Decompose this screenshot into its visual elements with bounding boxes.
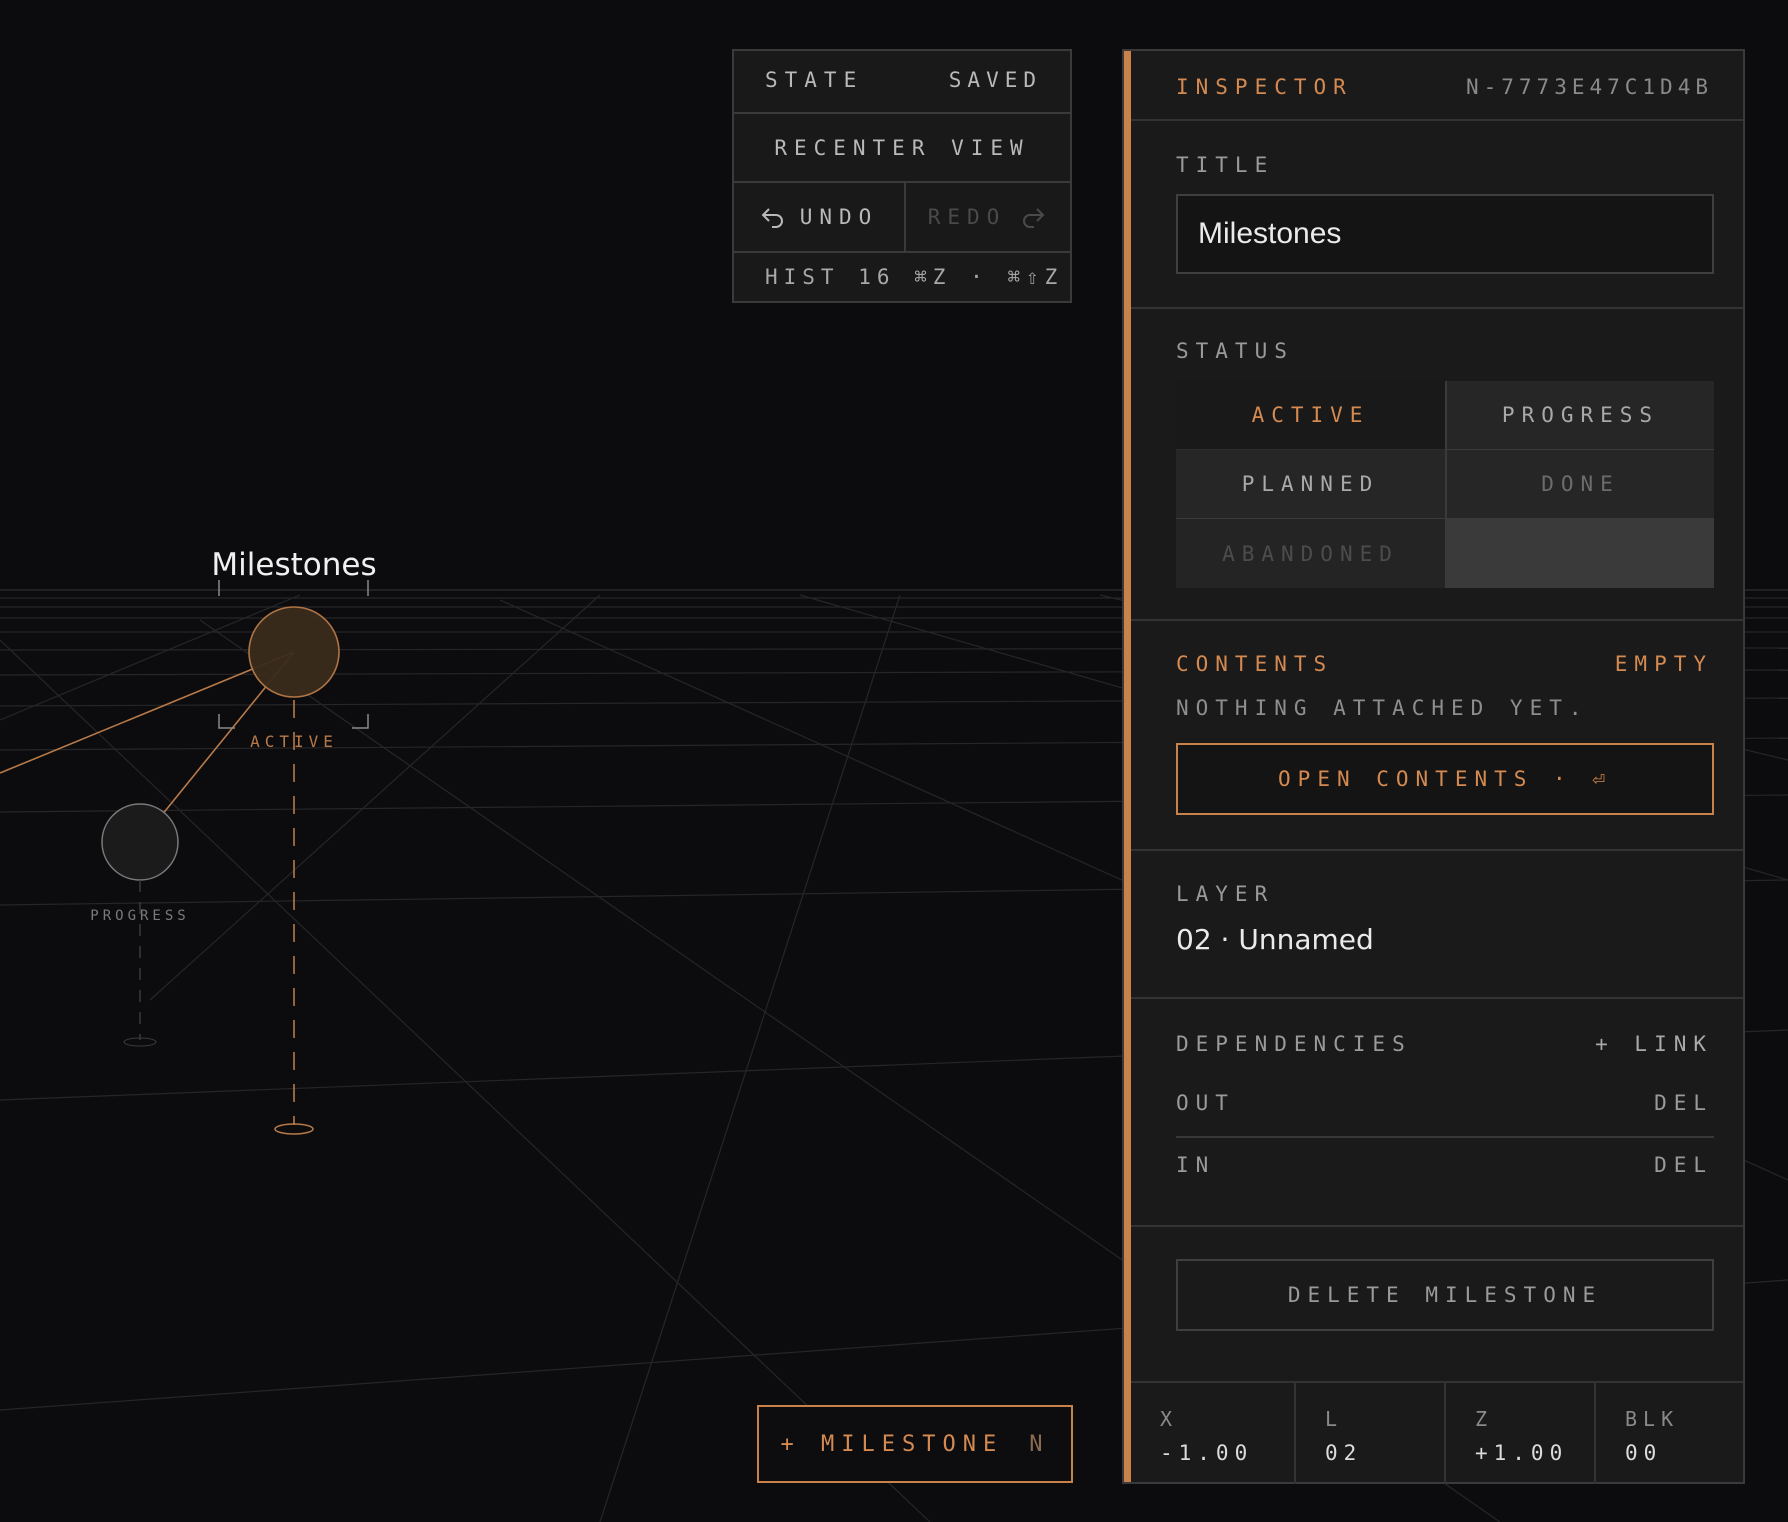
coord-z-value: +1.00: [1475, 1441, 1569, 1465]
node-title-label: Milestones: [211, 547, 376, 583]
history-panel: STATE SAVED RECENTER VIEW UNDO REDO HIST…: [732, 49, 1072, 303]
add-link-button[interactable]: + LINK: [1595, 1032, 1713, 1056]
state-row: STATE SAVED: [734, 51, 1070, 114]
coord-blk-key: BLK: [1625, 1407, 1680, 1431]
redo-label: REDO: [927, 205, 1007, 229]
coordinates-section: X -1.00 L 02 Z +1.00 BLK 00: [1131, 1383, 1743, 1484]
inspector-panel: INSPECTOR N-7773E47C1D4B TITLE STATUS AC…: [1122, 49, 1745, 1484]
state-label: STATE: [765, 68, 864, 92]
contents-note: NOTHING ATTACHED YET.: [1176, 696, 1589, 720]
undo-label: UNDO: [799, 205, 879, 229]
recenter-view-button[interactable]: RECENTER VIEW: [734, 114, 1070, 181]
layer-section: LAYER 02 · Unnamed: [1131, 851, 1743, 999]
status-label: STATUS: [1176, 339, 1294, 363]
open-contents-button[interactable]: OPEN CONTENTS · ⏎: [1176, 743, 1714, 815]
contents-section: CONTENTS EMPTY NOTHING ATTACHED YET. OPE…: [1131, 621, 1743, 851]
active-node[interactable]: [218, 580, 369, 1135]
undo-arrow-icon: [761, 208, 783, 228]
status-grid-filler: [1445, 519, 1714, 588]
dependency-divider: [1176, 1136, 1714, 1138]
dependencies-section: DEPENDENCIES + LINK OUT DEL IN DEL: [1131, 999, 1743, 1227]
undo-redo-row: UNDO REDO: [734, 183, 1070, 253]
add-milestone-button[interactable]: + MILESTONE N: [757, 1405, 1073, 1483]
coord-blk: BLK 00: [1596, 1383, 1743, 1484]
layer-label: LAYER: [1176, 882, 1275, 906]
coord-l-key: L: [1325, 1407, 1344, 1431]
title-section: TITLE: [1131, 121, 1743, 309]
history-shortcut-hint: HIST 16 ⌘Z · ⌘⇧Z: [765, 265, 1064, 289]
dependency-in-delete-button[interactable]: DEL: [1654, 1153, 1713, 1177]
layer-value[interactable]: 02 · Unnamed: [1176, 923, 1374, 956]
redo-button[interactable]: REDO: [904, 183, 1070, 251]
progress-node[interactable]: [101, 803, 179, 1047]
contents-state-badge: EMPTY: [1614, 652, 1713, 676]
title-label: TITLE: [1176, 153, 1275, 177]
status-option-done[interactable]: DONE: [1445, 450, 1714, 519]
add-milestone-shortcut: N: [1029, 1431, 1050, 1457]
recenter-row: RECENTER VIEW: [734, 114, 1070, 183]
title-input[interactable]: [1176, 194, 1714, 274]
status-option-planned[interactable]: PLANNED: [1176, 450, 1445, 519]
status-option-abandoned[interactable]: ABANDONED: [1176, 519, 1445, 588]
delete-milestone-button[interactable]: DELETE MILESTONE: [1176, 1259, 1714, 1331]
status-section: STATUS ACTIVE PROGRESS PLANNED DONE ABAN…: [1131, 309, 1743, 621]
inspector-accent-bar: [1124, 51, 1131, 1482]
coord-x: X -1.00: [1131, 1383, 1296, 1484]
undo-button[interactable]: UNDO: [734, 183, 906, 251]
coord-l: L 02: [1296, 1383, 1446, 1484]
dependencies-label: DEPENDENCIES: [1176, 1032, 1412, 1056]
dependency-in-label: IN: [1176, 1153, 1216, 1177]
state-value: SAVED: [948, 68, 1042, 92]
history-shortcut-row: HIST 16 ⌘Z · ⌘⇧Z: [734, 253, 1070, 303]
coord-l-value: 02: [1325, 1441, 1363, 1465]
coord-x-key: X: [1160, 1407, 1179, 1431]
inspector-header: INSPECTOR N-7773E47C1D4B: [1131, 51, 1743, 121]
progress-node-label: PROGRESS: [90, 908, 189, 924]
dependency-out-label: OUT: [1176, 1091, 1235, 1115]
recenter-view-label: RECENTER VIEW: [774, 135, 1030, 160]
add-milestone-label: + MILESTONE: [780, 1431, 1004, 1457]
coord-z-key: Z: [1475, 1407, 1494, 1431]
inspector-title: INSPECTOR: [1176, 75, 1353, 99]
status-selector: ACTIVE PROGRESS PLANNED DONE ABANDONED: [1176, 381, 1714, 588]
status-option-progress[interactable]: PROGRESS: [1445, 381, 1714, 450]
delete-section: DELETE MILESTONE: [1131, 1227, 1743, 1383]
status-option-active[interactable]: ACTIVE: [1176, 381, 1445, 450]
node-id: N-7773E47C1D4B: [1465, 75, 1713, 99]
coord-x-value: -1.00: [1160, 1441, 1254, 1465]
contents-label: CONTENTS: [1176, 652, 1334, 676]
redo-arrow-icon: [1023, 208, 1045, 228]
dependency-out-delete-button[interactable]: DEL: [1654, 1091, 1713, 1115]
active-node-label: ACTIVE: [250, 732, 338, 751]
coord-blk-value: 00: [1625, 1441, 1663, 1465]
coord-z: Z +1.00: [1446, 1383, 1596, 1484]
